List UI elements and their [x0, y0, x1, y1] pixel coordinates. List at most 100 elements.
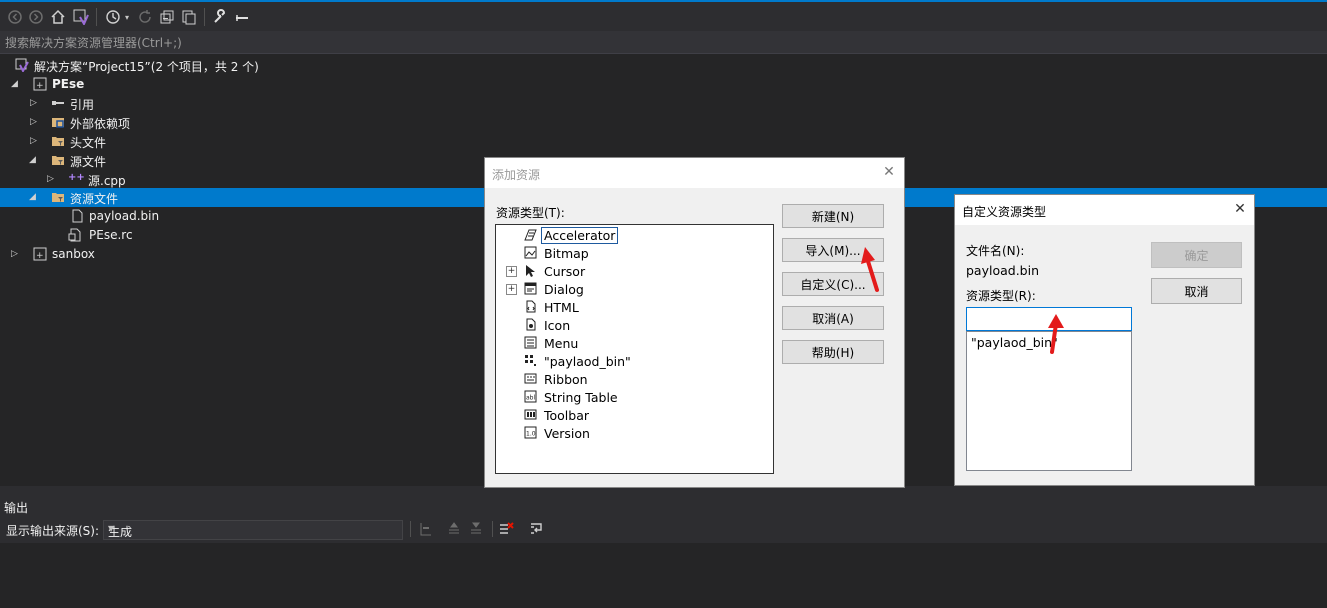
expand-plus-icon[interactable]: + [506, 284, 517, 295]
tree-item-label: 外部依赖项 [70, 117, 131, 131]
minus-icon[interactable] [233, 8, 251, 26]
wrench-icon[interactable] [211, 8, 229, 26]
red-pointer-arrow-icon [1048, 314, 1064, 354]
filename-value: payload.bin [966, 263, 1040, 278]
collapsed-arrow-icon[interactable]: ▷ [47, 174, 54, 184]
next-message-icon[interactable] [468, 521, 484, 537]
output-panel-header: 输出 [0, 496, 1327, 516]
resource-type-label: Cursor [544, 264, 586, 279]
copy-icon[interactable] [180, 8, 198, 26]
solution-label: 解决方案“Project15”(2 个项目，共 2 个) [34, 60, 259, 74]
collapsed-arrow-icon[interactable]: ▷ [11, 249, 18, 259]
new-button[interactable]: 新建(N) [782, 204, 884, 228]
output-source-label: 显示输出来源(S): [6, 524, 100, 538]
solution-icon [15, 58, 29, 74]
ok-button[interactable]: 确定 [1151, 242, 1242, 268]
tree-item-label: PEse.rc [89, 228, 133, 242]
chevron-down-icon: ▼ [108, 524, 115, 533]
home-icon[interactable] [49, 8, 67, 26]
solution-explorer-toolbar: ▾ [0, 2, 1327, 31]
tree-item-header-files[interactable]: ▷ 头文件 [0, 132, 1327, 151]
svg-text:+: + [36, 81, 44, 91]
tree-item-external-deps[interactable]: ▷ 外部依赖项 [0, 113, 1327, 132]
references-icon [51, 96, 65, 110]
resource-type-label: Ribbon [544, 372, 588, 387]
search-placeholder: 搜索解决方案资源管理器(Ctrl+;) [5, 36, 182, 50]
resource-type-label: 资源类型(R): [966, 289, 1036, 303]
expanded-arrow-icon[interactable]: ◢ [29, 155, 36, 165]
expanded-arrow-icon[interactable]: ◢ [29, 192, 36, 202]
dropdown-icon[interactable]: ▾ [122, 8, 132, 26]
resource-type-label: 资源类型(T): [496, 206, 565, 220]
resource-type-label: Menu [544, 336, 579, 351]
custom-resource-type-dialog: 自定义资源类型 ✕ 文件名(N): payload.bin 资源类型(R): "… [954, 194, 1255, 486]
filename-label: 文件名(N): [966, 244, 1025, 258]
cancel-button[interactable]: 取消 [1151, 278, 1242, 304]
tree-item-label: 源文件 [70, 155, 107, 169]
cursor-icon [524, 264, 537, 277]
refresh-icon[interactable] [136, 8, 154, 26]
ribbon-icon [524, 372, 537, 385]
vs-icon[interactable] [72, 8, 90, 26]
cancel-button[interactable]: 取消(A) [782, 306, 884, 330]
close-icon[interactable]: ✕ [1232, 201, 1248, 217]
file-icon [70, 209, 84, 223]
word-wrap-icon[interactable] [529, 521, 545, 537]
project-icon: + [33, 77, 47, 91]
solution-row[interactable]: 解决方案“Project15”(2 个项目，共 2 个) [0, 56, 1327, 75]
collapsed-arrow-icon[interactable]: ▷ [30, 98, 37, 108]
project-icon: + [33, 247, 47, 261]
tree-item-label: 头文件 [70, 136, 107, 150]
resource-type-label: Version [544, 426, 590, 441]
tree-item-label: sanbox [52, 247, 95, 261]
dialog-icon [524, 282, 537, 295]
icon-resource-icon [524, 318, 537, 331]
output-source-select[interactable]: 生成 ▼ [103, 520, 403, 540]
prev-message-icon[interactable] [446, 521, 462, 537]
expand-plus-icon[interactable]: + [506, 266, 517, 277]
dialog-title: 添加资源 [492, 168, 541, 182]
solution-search-box[interactable]: 搜索解决方案资源管理器(Ctrl+;) [0, 31, 1327, 54]
cpp-file-icon: ++ [68, 172, 85, 183]
custom-resource-icon [524, 354, 537, 367]
history-icon[interactable] [104, 8, 122, 26]
accelerator-icon [524, 228, 537, 241]
tree-item-label: 引用 [70, 98, 95, 112]
svg-text:abl: abl [526, 395, 535, 402]
tree-item-label: 源.cpp [88, 174, 126, 188]
dialog-title: 自定义资源类型 [962, 205, 1047, 219]
forward-icon[interactable] [27, 8, 45, 26]
resource-type-label: Bitmap [544, 246, 589, 261]
toolbar-icon [524, 408, 537, 421]
resource-type-list[interactable]: Accelerator Bitmap + Cursor + Dialog HTM… [495, 224, 774, 474]
clear-all-icon[interactable] [498, 521, 514, 537]
back-icon[interactable] [6, 8, 24, 26]
collapsed-arrow-icon[interactable]: ▷ [30, 117, 37, 127]
red-pointer-arrow-icon [861, 247, 879, 292]
resource-type-label: Icon [544, 318, 571, 333]
output-title: 输出 [4, 501, 29, 515]
folder-filter-icon [51, 134, 65, 148]
add-resource-dialog: 添加资源 ✕ 资源类型(T): Accelerator Bitmap + Cur… [484, 157, 905, 488]
help-button[interactable]: 帮助(H) [782, 340, 884, 364]
svg-text:1.0: 1.0 [526, 431, 536, 438]
find-message-icon[interactable] [418, 521, 434, 537]
tree-item-label: PEse [52, 77, 85, 91]
collapse-icon[interactable] [158, 8, 176, 26]
folder-filter-icon [51, 190, 65, 204]
output-text-area[interactable] [0, 543, 1327, 608]
tree-item-references[interactable]: ▷ 引用 [0, 94, 1327, 113]
version-icon: 1.0 [524, 426, 537, 439]
close-icon[interactable]: ✕ [881, 164, 897, 180]
collapsed-arrow-icon[interactable]: ▷ [30, 136, 37, 146]
tree-item-pese[interactable]: ◢ + PEse [0, 75, 1327, 94]
resource-type-label: String Table [544, 390, 618, 405]
tree-item-label: payload.bin [89, 209, 160, 223]
string-table-icon: abl [524, 390, 537, 403]
dialog-titlebar: 添加资源 ✕ [485, 158, 904, 188]
folder-filter-icon [51, 153, 65, 167]
expanded-arrow-icon[interactable]: ◢ [11, 79, 18, 89]
resource-type-label: Accelerator [540, 227, 619, 244]
output-toolbar: 显示输出来源(S): 生成 ▼ [0, 516, 1327, 543]
resource-type-label: HTML [544, 300, 579, 315]
